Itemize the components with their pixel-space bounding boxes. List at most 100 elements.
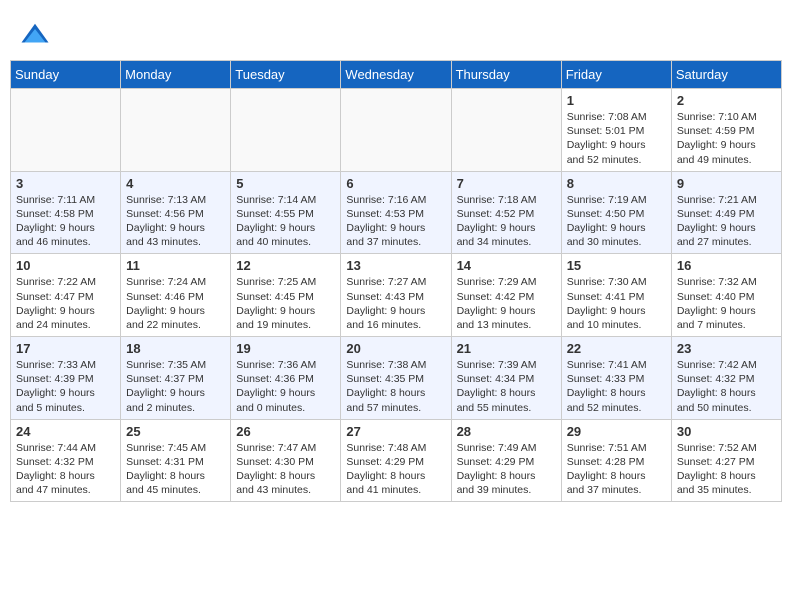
day-number: 30 [677,424,776,439]
day-info: Sunrise: 7:52 AMSunset: 4:27 PMDaylight:… [677,441,776,498]
day-info: Sunrise: 7:19 AMSunset: 4:50 PMDaylight:… [567,193,666,250]
day-info: Sunrise: 7:16 AMSunset: 4:53 PMDaylight:… [346,193,445,250]
calendar-day-cell: 20 Sunrise: 7:38 AMSunset: 4:35 PMDayligh… [341,337,451,420]
day-info: Sunrise: 7:10 AMSunset: 4:59 PMDaylight:… [677,110,776,167]
day-number: 17 [16,341,115,356]
day-of-week-header: Wednesday [341,61,451,89]
calendar-day-cell: 22Sunrise: 7:41 AMSunset: 4:33 PMDayligh… [561,337,671,420]
calendar-day-cell: 26 Sunrise: 7:47 AMSunset: 4:30 PMDayligh… [231,419,341,502]
day-info: Sunrise: 7:35 AMSunset: 4:37 PMDaylight:… [126,358,225,415]
calendar-day-cell [121,89,231,172]
day-info: Sunrise: 7:47 AMSunset: 4:30 PMDaylight:… [236,441,335,498]
day-info: Sunrise: 7:24 AMSunset: 4:46 PMDaylight:… [126,275,225,332]
day-number: 15 [567,258,666,273]
day-number: 18 [126,341,225,356]
calendar-week-row: 1 Sunrise: 7:08 AMSunset: 5:01 PMDaylight… [11,89,782,172]
calendar-day-cell: 7 Sunrise: 7:18 AMSunset: 4:52 PMDaylight… [451,171,561,254]
header [10,10,782,55]
day-number: 8 [567,176,666,191]
day-info: Sunrise: 7:45 AMSunset: 4:31 PMDaylight:… [126,441,225,498]
calendar-day-cell: 21Sunrise: 7:39 AMSunset: 4:34 PMDayligh… [451,337,561,420]
day-info: Sunrise: 7:42 AMSunset: 4:32 PMDaylight:… [677,358,776,415]
calendar-day-cell: 14Sunrise: 7:29 AMSunset: 4:42 PMDayligh… [451,254,561,337]
day-number: 21 [457,341,556,356]
day-info: Sunrise: 7:49 AMSunset: 4:29 PMDaylight:… [457,441,556,498]
day-of-week-header: Saturday [671,61,781,89]
calendar-day-cell: 18 Sunrise: 7:35 AMSunset: 4:37 PMDayligh… [121,337,231,420]
day-number: 10 [16,258,115,273]
day-info: Sunrise: 7:08 AMSunset: 5:01 PMDaylight:… [567,110,666,167]
logo-icon [20,20,50,50]
logo [20,20,54,50]
calendar-day-cell: 8 Sunrise: 7:19 AMSunset: 4:50 PMDaylight… [561,171,671,254]
day-info: Sunrise: 7:30 AMSunset: 4:41 PMDaylight:… [567,275,666,332]
calendar-week-row: 17 Sunrise: 7:33 AMSunset: 4:39 PMDayligh… [11,337,782,420]
calendar-day-cell [11,89,121,172]
day-number: 12 [236,258,335,273]
day-of-week-header: Thursday [451,61,561,89]
calendar-day-cell: 12 Sunrise: 7:25 AMSunset: 4:45 PMDayligh… [231,254,341,337]
day-number: 25 [126,424,225,439]
calendar-day-cell: 16 Sunrise: 7:32 AMSunset: 4:40 PMDayligh… [671,254,781,337]
day-info: Sunrise: 7:36 AMSunset: 4:36 PMDaylight:… [236,358,335,415]
calendar-day-cell: 2 Sunrise: 7:10 AMSunset: 4:59 PMDaylight… [671,89,781,172]
day-info: Sunrise: 7:51 AMSunset: 4:28 PMDaylight:… [567,441,666,498]
calendar-week-row: 24 Sunrise: 7:44 AMSunset: 4:32 PMDayligh… [11,419,782,502]
day-of-week-header: Sunday [11,61,121,89]
day-number: 2 [677,93,776,108]
calendar-day-cell: 15 Sunrise: 7:30 AMSunset: 4:41 PMDayligh… [561,254,671,337]
day-info: Sunrise: 7:18 AMSunset: 4:52 PMDaylight:… [457,193,556,250]
calendar-day-cell: 9Sunrise: 7:21 AMSunset: 4:49 PMDaylight… [671,171,781,254]
calendar-day-cell: 6Sunrise: 7:16 AMSunset: 4:53 PMDaylight… [341,171,451,254]
day-number: 16 [677,258,776,273]
day-info: Sunrise: 7:33 AMSunset: 4:39 PMDaylight:… [16,358,115,415]
day-info: Sunrise: 7:22 AMSunset: 4:47 PMDaylight:… [16,275,115,332]
day-info: Sunrise: 7:25 AMSunset: 4:45 PMDaylight:… [236,275,335,332]
calendar-day-cell [451,89,561,172]
day-number: 13 [346,258,445,273]
day-number: 29 [567,424,666,439]
day-number: 3 [16,176,115,191]
calendar-day-cell: 28 Sunrise: 7:49 AMSunset: 4:29 PMDayligh… [451,419,561,502]
day-number: 19 [236,341,335,356]
day-info: Sunrise: 7:44 AMSunset: 4:32 PMDaylight:… [16,441,115,498]
day-info: Sunrise: 7:13 AMSunset: 4:56 PMDaylight:… [126,193,225,250]
calendar-day-cell: 27 Sunrise: 7:48 AMSunset: 4:29 PMDayligh… [341,419,451,502]
calendar-header-row: SundayMondayTuesdayWednesdayThursdayFrid… [11,61,782,89]
day-number: 24 [16,424,115,439]
day-info: Sunrise: 7:38 AMSunset: 4:35 PMDaylight:… [346,358,445,415]
day-info: Sunrise: 7:48 AMSunset: 4:29 PMDaylight:… [346,441,445,498]
calendar-table: SundayMondayTuesdayWednesdayThursdayFrid… [10,60,782,502]
calendar-day-cell: 23 Sunrise: 7:42 AMSunset: 4:32 PMDayligh… [671,337,781,420]
calendar-day-cell: 30 Sunrise: 7:52 AMSunset: 4:27 PMDayligh… [671,419,781,502]
day-info: Sunrise: 7:32 AMSunset: 4:40 PMDaylight:… [677,275,776,332]
calendar-day-cell: 25 Sunrise: 7:45 AMSunset: 4:31 PMDayligh… [121,419,231,502]
calendar-day-cell: 1 Sunrise: 7:08 AMSunset: 5:01 PMDaylight… [561,89,671,172]
calendar-day-cell: 24 Sunrise: 7:44 AMSunset: 4:32 PMDayligh… [11,419,121,502]
day-info: Sunrise: 7:41 AMSunset: 4:33 PMDaylight:… [567,358,666,415]
day-number: 26 [236,424,335,439]
day-number: 11 [126,258,225,273]
calendar-day-cell: 4Sunrise: 7:13 AMSunset: 4:56 PMDaylight… [121,171,231,254]
day-of-week-header: Tuesday [231,61,341,89]
day-info: Sunrise: 7:29 AMSunset: 4:42 PMDaylight:… [457,275,556,332]
calendar-day-cell: 10 Sunrise: 7:22 AMSunset: 4:47 PMDayligh… [11,254,121,337]
day-number: 20 [346,341,445,356]
day-number: 23 [677,341,776,356]
day-info: Sunrise: 7:14 AMSunset: 4:55 PMDaylight:… [236,193,335,250]
calendar-day-cell: 3Sunrise: 7:11 AMSunset: 4:58 PMDaylight… [11,171,121,254]
day-number: 7 [457,176,556,191]
calendar-day-cell [231,89,341,172]
calendar-day-cell [341,89,451,172]
calendar-day-cell: 17 Sunrise: 7:33 AMSunset: 4:39 PMDayligh… [11,337,121,420]
day-number: 1 [567,93,666,108]
calendar-day-cell: 13Sunrise: 7:27 AMSunset: 4:43 PMDayligh… [341,254,451,337]
day-of-week-header: Friday [561,61,671,89]
calendar-day-cell: 5Sunrise: 7:14 AMSunset: 4:55 PMDaylight… [231,171,341,254]
calendar-day-cell: 19 Sunrise: 7:36 AMSunset: 4:36 PMDayligh… [231,337,341,420]
day-number: 28 [457,424,556,439]
calendar-week-row: 3Sunrise: 7:11 AMSunset: 4:58 PMDaylight… [11,171,782,254]
day-of-week-header: Monday [121,61,231,89]
day-number: 27 [346,424,445,439]
day-number: 9 [677,176,776,191]
